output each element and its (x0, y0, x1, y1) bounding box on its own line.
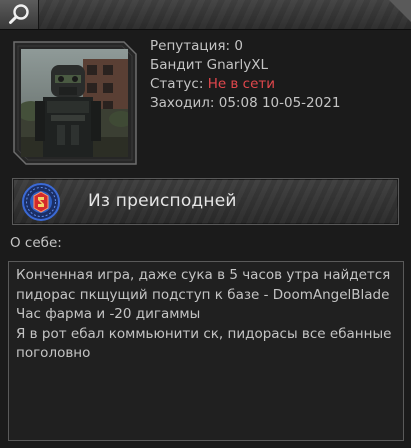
search-button[interactable] (0, 0, 39, 29)
last-seen-text: Заходил: 05:08 10-05-2021 (150, 95, 341, 111)
about-box: Конченная игра, даже сука в 5 часов утра… (8, 261, 404, 441)
top-toolbar (0, 0, 411, 30)
profile-info: Репутация: 0 Бандит GnarlyXL Статус: Не … (150, 37, 340, 113)
rank-banner: Из преисподней (12, 178, 399, 225)
reputation-text: Репутация: 0 (150, 38, 243, 54)
status-value: Не в сети (207, 76, 276, 92)
rank-emblem-icon (21, 182, 61, 226)
about-text: Конченная игра, даже сука в 5 часов утра… (16, 267, 392, 361)
status-label: Статус: (150, 76, 204, 92)
search-icon (9, 4, 29, 24)
toolbar-texture (0, 0, 411, 29)
user-name[interactable]: Бандит GnarlyXL (150, 56, 340, 75)
toolbar-corner (389, 0, 411, 22)
status-line: Статус: Не в сети (150, 75, 340, 94)
avatar[interactable] (12, 40, 138, 166)
about-label: О себе: (10, 235, 62, 251)
avatar-image (21, 49, 128, 157)
rank-label: Из преисподней (88, 191, 237, 211)
